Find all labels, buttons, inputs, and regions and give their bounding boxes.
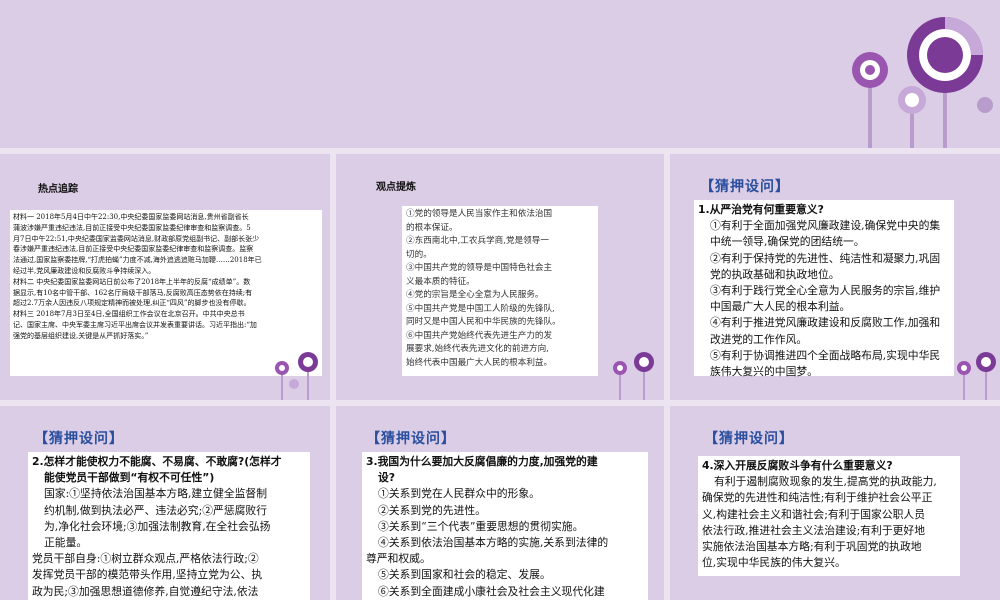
slide-panel-viewpoints: 观点提炼 ①党的领导是人民当家作主和依法治国 的根本保证。 ②东西南北中,工农兵… xyxy=(336,154,664,400)
answer-line: 改进党的工作作风。 xyxy=(710,332,808,346)
answer-line: 约机制,做到执法必严、违法必究;②严惩腐败行 xyxy=(44,503,268,517)
answer-line: ④关系到依法治国基本方略的实施,关系到法律的 xyxy=(378,536,609,550)
answer-line: ①关系到党在人民群众中的形象。 xyxy=(378,487,540,501)
answer-line: ③关系到“三个代表”重要思想的贯彻实施。 xyxy=(378,519,584,533)
answer-line: 为,净化社会环境;③加强法制教育,在全社会弘扬 xyxy=(44,519,271,533)
answer-line: 位,实现中华民族的伟大复兴。 xyxy=(702,556,846,570)
slide-panel-question-4: 【猜押设问】 4.深入开展反腐败斗争有什么重要意义? 有利于遏制腐败现象的发生,… xyxy=(670,406,1000,600)
answer-line: 依法行政,推进社会主义法治建设;有利于更好地 xyxy=(702,523,926,537)
question-text: 1.从严治党有何重要意义? xyxy=(698,203,824,216)
viewpoint-line: 切的。 xyxy=(406,249,432,260)
viewpoint-line: ②东西南北中,工农兵学商,党是领导一 xyxy=(406,236,549,246)
answer-line: 族伟大复兴的中国梦。 xyxy=(710,365,818,379)
flower-decoration-icon xyxy=(852,17,993,148)
answer-line: 党的执政基础和执政地位。 xyxy=(710,267,840,281)
question-text: 能使党员干部做到“有权不可任性”) xyxy=(44,471,215,485)
answer-line: 党员干部自身:①树立群众观点,严格依法行政;② xyxy=(32,552,259,566)
material-line: 春涉嫌严重违纪违法,目前正接受中央纪委国家监委纪律审查和监察调查。监察 xyxy=(13,245,254,254)
material-line: 材料三 2018年7月3日至4日,全国组织工作会议在北京召开。中共中央总书 xyxy=(13,310,245,319)
answer-text-box: 1.从严治党有何重要意义? ①有利于全面加强党风廉政建设,确保党中央的集 中统一… xyxy=(694,200,954,378)
answer-line: ①有利于全面加强党风廉政建设,确保党中央的集 xyxy=(710,219,941,233)
slide-panel-hot-topics: 热点追踪 材料一 2018年5月4日中午22:30,中央纪委国家监委网站消息,贵… xyxy=(0,154,330,400)
question-text: 4.深入开展反腐败斗争有什么重要意义? xyxy=(702,459,893,472)
viewpoint-line: 始终代表中国最广大人民的根本利益。 xyxy=(406,357,553,368)
material-line: 材料一 2018年5月4日中午22:30,中央纪委国家监委网站消息,贵州省副省长 xyxy=(13,213,249,221)
question-text: 2.怎样才能使权力不能腐、不易腐、不敢腐?(怎样才 xyxy=(32,455,282,468)
panel-title: 观点提炼 xyxy=(376,182,416,193)
answer-line: ④有利于推进党风廉政建设和反腐败工作,加强和 xyxy=(710,316,941,330)
answer-line: 实施依法治国基本方略;有利于巩固党的执政地 xyxy=(702,540,922,554)
material-line: 材料二 中央纪委国家监委网站日前公布了2018年上半年的反腐“成绩单”。数 xyxy=(13,277,251,286)
answer-line: 发挥党员干部的模范带头作用,坚持立党为公、执 xyxy=(32,568,263,582)
material-line: 蒲波涉嫌严重违纪违法,目前正接受中央纪委国家监委纪律审查和监察调查。5 xyxy=(13,223,251,232)
answer-line: 中国最广大人民的根本利益。 xyxy=(710,300,851,314)
answer-text-box: 3.我国为什么要加大反腐倡廉的力度,加强党的建 设? ①关系到党在人民群众中的形… xyxy=(362,452,648,600)
material-line: 法通过,国家监察委挂牌,“打虎拍蝇”力度不减,海外追逃追赃马加鞭……2018年已 xyxy=(13,256,262,265)
answer-line: 国家:①坚持依法治国基本方略,建立健全监督制 xyxy=(44,487,268,501)
material-line: 记、国家主席、中央军委主席习近平出席会议并发表重要讲话。习近平指出:“加 xyxy=(13,320,257,329)
answer-line: 政为民;③加强思想道德修养,自觉遵纪守法,依法 xyxy=(32,584,259,598)
slide-panel-question-3: 【猜押设问】 3.我国为什么要加大反腐倡廉的力度,加强党的建 设? ①关系到党在… xyxy=(336,406,664,600)
answer-line: ②关系到党的先进性。 xyxy=(378,503,486,517)
viewpoint-line: 义最本质的特征。 xyxy=(406,276,475,287)
answer-line: 确保党的先进性和纯洁性;有利于维护社会公平正 xyxy=(702,491,933,505)
material-line: 月7日中午22:51,中央纪委国家监委网站消息,财政部原党组副书记、副部长张少 xyxy=(13,234,260,243)
viewpoint-line: 同时又是中国人民和中华民族的先锋队。 xyxy=(406,317,561,327)
viewpoint-line: 展要求,始终代表先进文化的前进方向, xyxy=(406,344,549,354)
viewpoint-line: ⑥中国共产党始终代表先进生产力的发 xyxy=(406,330,553,341)
slide-panel-question-1: 【猜押设问】 1.从严治党有何重要意义? ①有利于全面加强党风廉政建设,确保党中… xyxy=(670,154,1000,400)
viewpoint-line: ①党的领导是人民当家作主和依法治国 xyxy=(406,209,553,219)
guess-question-tag: 【猜押设问】 xyxy=(34,431,124,447)
viewpoint-line: ④党的宗旨是全心全意为人民服务。 xyxy=(406,290,544,300)
guess-question-tag: 【猜押设问】 xyxy=(700,179,790,195)
question-text: 设? xyxy=(378,471,396,485)
answer-line: ⑤关系到国家和社会的稳定、发展。 xyxy=(378,568,551,582)
question-text: 3.我国为什么要加大反腐倡廉的力度,加强党的建 xyxy=(366,455,598,468)
answer-line: ⑤有利于协调推进四个全面战略布局,实现中华民 xyxy=(710,348,941,362)
flower-decoration-icon xyxy=(957,352,996,400)
flower-decoration-icon xyxy=(275,352,318,400)
material-line: 据显示,有10名中管干部、162名厅局级干部落马,反腐败高压态势依在持续;有 xyxy=(13,288,253,297)
answer-line: ③有利于践行党全心全意为人民服务的宗旨,维护 xyxy=(710,284,941,298)
answer-line: 有利于遏制腐败现象的发生,提高党的执政能力, xyxy=(714,475,937,489)
viewpoint-line: 的根本保证。 xyxy=(406,222,458,233)
material-line: 强党的基层组织建设,关键是从严抓好落实。” xyxy=(13,331,149,340)
viewpoint-line: ⑤中国共产党是中国工人阶级的先锋队, xyxy=(406,303,555,314)
answer-line: 义,构建社会主义和谐社会;有利于国家公职人员 xyxy=(702,507,926,521)
flower-decoration-icon xyxy=(613,352,654,400)
answer-text-box: 4.深入开展反腐败斗争有什么重要意义? 有利于遏制腐败现象的发生,提高党的执政能… xyxy=(698,456,960,576)
viewpoint-line: ③中国共产党的领导是中国特色社会主 xyxy=(406,263,553,273)
answer-line: 尊严和权威。 xyxy=(366,552,431,566)
guess-question-tag: 【猜押设问】 xyxy=(366,431,456,447)
panel-title: 热点追踪 xyxy=(38,184,78,195)
answer-line: ⑥关系到全面建成小康社会及社会主义现代化建 xyxy=(378,584,605,598)
slide-panel-question-2: 【猜押设问】 2.怎样才能使权力不能腐、不易腐、不敢腐?(怎样才 能使党员干部做… xyxy=(0,406,330,600)
viewpoint-text-box: ①党的领导是人民当家作主和依法治国 的根本保证。 ②东西南北中,工农兵学商,党是… xyxy=(402,206,598,376)
answer-line: ②有利于保持党的先进性、纯洁性和凝聚力,巩固 xyxy=(710,251,941,265)
material-line: 经过半,党风廉政建设和反腐败斗争持续深入。 xyxy=(13,266,156,275)
answer-line: 中统一领导,确保党的团结统一。 xyxy=(710,235,865,249)
answer-line: 正能量。 xyxy=(44,536,88,550)
answer-text-box: 2.怎样才能使权力不能腐、不易腐、不敢腐?(怎样才 能使党员干部做到“有权不可任… xyxy=(28,452,310,600)
guess-question-tag: 【猜押设问】 xyxy=(704,431,794,447)
material-line: 超过2.7万余人因违反八项规定精神而被处理,纠正“四风”的脚步也没有停歇。 xyxy=(13,299,251,308)
